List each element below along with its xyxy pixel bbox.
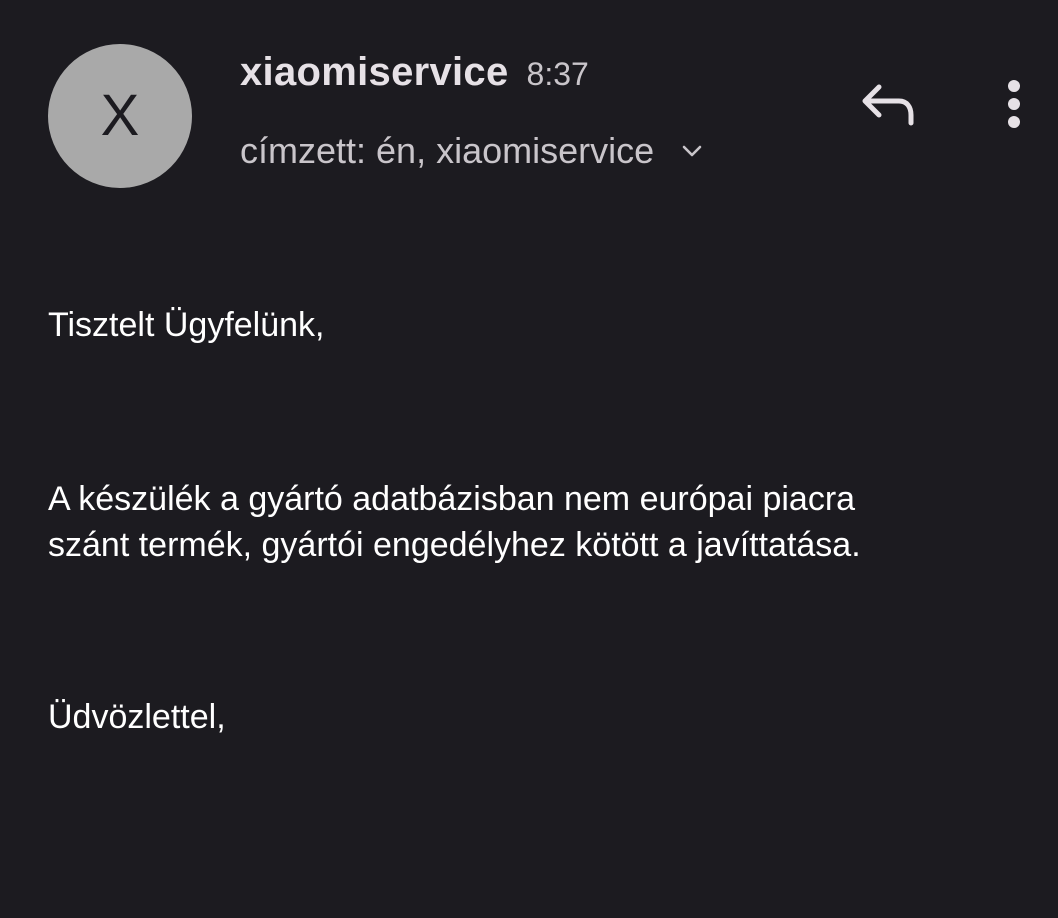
more-vert-icon [1008, 80, 1020, 128]
message-greeting: Tisztelt Ügyfelünk, [48, 306, 325, 344]
reply-icon [862, 84, 914, 126]
more-options-button[interactable] [990, 72, 1038, 136]
reply-button[interactable] [855, 76, 921, 132]
message-paragraph-line-1: A készülék a gyártó adatbázisban nem eur… [48, 480, 856, 518]
sender-name: xiaomiservice [240, 50, 509, 94]
sender-header: xiaomiservice 8:37 [240, 50, 589, 95]
avatar-letter: X [100, 83, 140, 148]
sender-avatar[interactable]: X [48, 44, 192, 188]
message-closing: Üdvözlettel, [48, 698, 226, 736]
message-paragraph: A készülék a gyártó adatbázisban nem eur… [48, 476, 861, 568]
recipients-text: címzett: én, xiaomiservice [240, 130, 655, 171]
chevron-down-icon [682, 145, 702, 157]
message-time: 8:37 [526, 56, 589, 92]
message-paragraph-line-2: szánt termék, gyártói engedélyhez kötött… [48, 526, 861, 564]
recipients-details-toggle[interactable]: címzett: én, xiaomiservice [240, 130, 704, 172]
